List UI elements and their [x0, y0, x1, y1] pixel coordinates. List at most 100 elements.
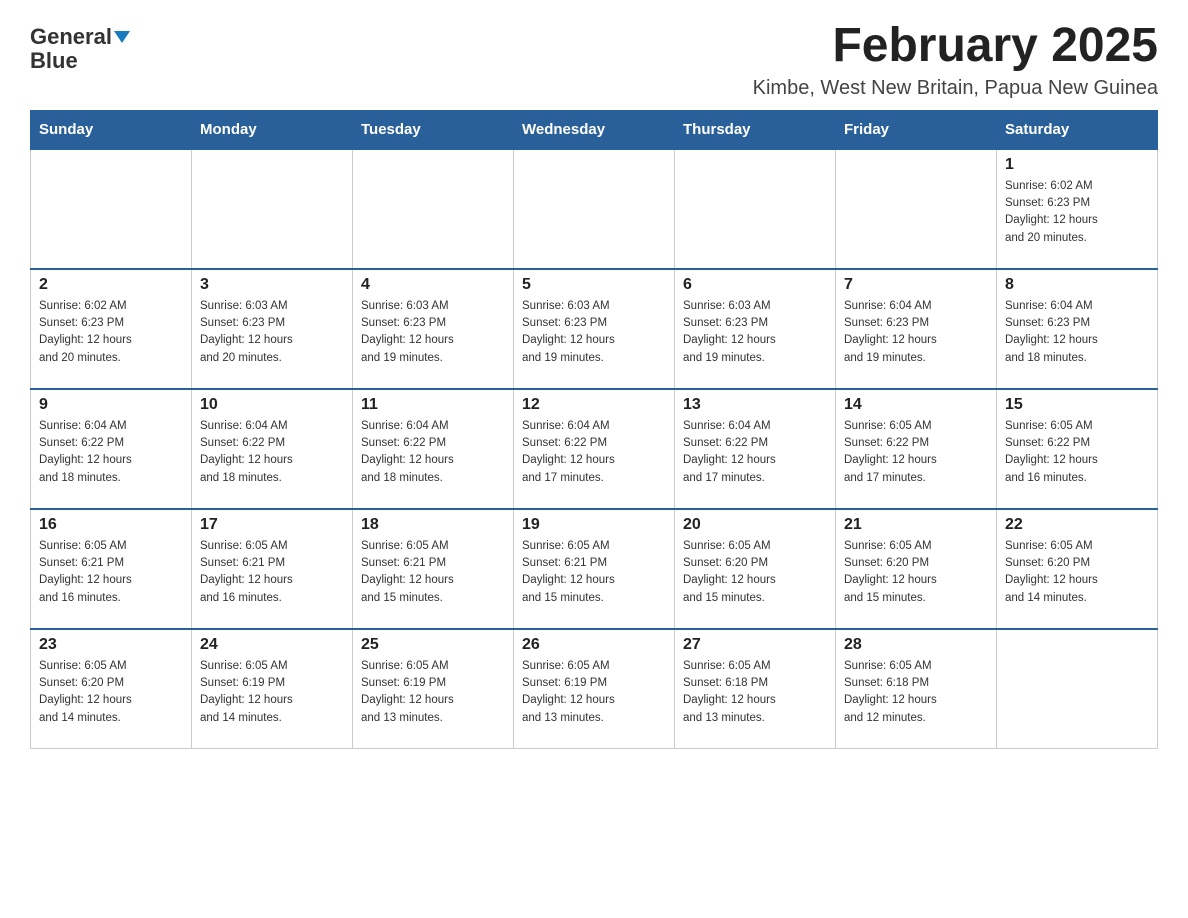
week-row-3: 9 Sunrise: 6:04 AM Sunset: 6:22 PM Daylig…	[31, 389, 1158, 509]
calendar-cell: 24 Sunrise: 6:05 AM Sunset: 6:19 PM Dayli…	[192, 629, 353, 749]
day-info: Sunrise: 6:05 AM Sunset: 6:21 PM Dayligh…	[39, 538, 183, 607]
day-info: Sunrise: 6:03 AM Sunset: 6:23 PM Dayligh…	[522, 298, 666, 367]
weekday-header-tuesday: Tuesday	[353, 110, 514, 149]
page-header: General Blue February 2025 Kimbe, West N…	[30, 20, 1158, 100]
day-number: 21	[844, 516, 988, 534]
calendar-cell: 6 Sunrise: 6:03 AM Sunset: 6:23 PM Daylig…	[675, 269, 836, 389]
day-info: Sunrise: 6:04 AM Sunset: 6:22 PM Dayligh…	[361, 418, 505, 487]
day-number: 6	[683, 276, 827, 294]
calendar-cell: 5 Sunrise: 6:03 AM Sunset: 6:23 PM Daylig…	[514, 269, 675, 389]
day-info: Sunrise: 6:04 AM Sunset: 6:23 PM Dayligh…	[844, 298, 988, 367]
day-number: 28	[844, 636, 988, 654]
day-number: 20	[683, 516, 827, 534]
location-title: Kimbe, West New Britain, Papua New Guine…	[753, 77, 1158, 100]
day-number: 2	[39, 276, 183, 294]
day-number: 19	[522, 516, 666, 534]
calendar-cell: 19 Sunrise: 6:05 AM Sunset: 6:21 PM Dayli…	[514, 509, 675, 629]
calendar-cell	[514, 149, 675, 269]
day-info: Sunrise: 6:02 AM Sunset: 6:23 PM Dayligh…	[39, 298, 183, 367]
week-row-4: 16 Sunrise: 6:05 AM Sunset: 6:21 PM Dayli…	[31, 509, 1158, 629]
day-info: Sunrise: 6:05 AM Sunset: 6:20 PM Dayligh…	[39, 658, 183, 727]
day-number: 26	[522, 636, 666, 654]
calendar-cell: 21 Sunrise: 6:05 AM Sunset: 6:20 PM Dayli…	[836, 509, 997, 629]
day-info: Sunrise: 6:05 AM Sunset: 6:21 PM Dayligh…	[522, 538, 666, 607]
day-info: Sunrise: 6:03 AM Sunset: 6:23 PM Dayligh…	[200, 298, 344, 367]
calendar-cell	[192, 149, 353, 269]
calendar-cell: 7 Sunrise: 6:04 AM Sunset: 6:23 PM Daylig…	[836, 269, 997, 389]
day-info: Sunrise: 6:05 AM Sunset: 6:18 PM Dayligh…	[844, 658, 988, 727]
day-number: 11	[361, 396, 505, 414]
calendar-cell: 1Sunrise: 6:02 AM Sunset: 6:23 PM Daylig…	[997, 149, 1158, 269]
day-info: Sunrise: 6:04 AM Sunset: 6:22 PM Dayligh…	[200, 418, 344, 487]
calendar-cell: 8Sunrise: 6:04 AM Sunset: 6:23 PM Daylig…	[997, 269, 1158, 389]
title-section: February 2025 Kimbe, West New Britain, P…	[753, 20, 1158, 100]
calendar-cell	[675, 149, 836, 269]
logo-blue: Blue	[30, 49, 78, 73]
day-number: 17	[200, 516, 344, 534]
day-number: 8	[1005, 276, 1149, 294]
day-number: 16	[39, 516, 183, 534]
weekday-header-sunday: Sunday	[31, 110, 192, 149]
day-number: 25	[361, 636, 505, 654]
day-info: Sunrise: 6:05 AM Sunset: 6:20 PM Dayligh…	[1005, 538, 1149, 607]
day-info: Sunrise: 6:04 AM Sunset: 6:22 PM Dayligh…	[39, 418, 183, 487]
week-row-2: 2 Sunrise: 6:02 AM Sunset: 6:23 PM Daylig…	[31, 269, 1158, 389]
day-info: Sunrise: 6:05 AM Sunset: 6:22 PM Dayligh…	[844, 418, 988, 487]
day-number: 4	[361, 276, 505, 294]
calendar-cell: 20 Sunrise: 6:05 AM Sunset: 6:20 PM Dayli…	[675, 509, 836, 629]
day-number: 22	[1005, 516, 1149, 534]
day-info: Sunrise: 6:05 AM Sunset: 6:18 PM Dayligh…	[683, 658, 827, 727]
day-number: 9	[39, 396, 183, 414]
calendar-cell	[353, 149, 514, 269]
day-info: Sunrise: 6:05 AM Sunset: 6:21 PM Dayligh…	[200, 538, 344, 607]
calendar-cell	[997, 629, 1158, 749]
weekday-header-saturday: Saturday	[997, 110, 1158, 149]
calendar-cell: 26 Sunrise: 6:05 AM Sunset: 6:19 PM Dayli…	[514, 629, 675, 749]
calendar-cell: 27Sunrise: 6:05 AM Sunset: 6:18 PM Dayli…	[675, 629, 836, 749]
day-number: 10	[200, 396, 344, 414]
day-number: 3	[200, 276, 344, 294]
calendar-cell: 14Sunrise: 6:05 AM Sunset: 6:22 PM Dayli…	[836, 389, 997, 509]
weekday-header-wednesday: Wednesday	[514, 110, 675, 149]
week-row-1: 1Sunrise: 6:02 AM Sunset: 6:23 PM Daylig…	[31, 149, 1158, 269]
logo: General Blue	[30, 20, 130, 73]
day-number: 18	[361, 516, 505, 534]
day-info: Sunrise: 6:05 AM Sunset: 6:19 PM Dayligh…	[361, 658, 505, 727]
day-number: 24	[200, 636, 344, 654]
calendar-cell: 17 Sunrise: 6:05 AM Sunset: 6:21 PM Dayli…	[192, 509, 353, 629]
day-number: 7	[844, 276, 988, 294]
weekday-header-friday: Friday	[836, 110, 997, 149]
calendar-cell: 9 Sunrise: 6:04 AM Sunset: 6:22 PM Daylig…	[31, 389, 192, 509]
day-info: Sunrise: 6:03 AM Sunset: 6:23 PM Dayligh…	[683, 298, 827, 367]
day-info: Sunrise: 6:04 AM Sunset: 6:22 PM Dayligh…	[522, 418, 666, 487]
week-row-5: 23 Sunrise: 6:05 AM Sunset: 6:20 PM Dayli…	[31, 629, 1158, 749]
day-number: 13	[683, 396, 827, 414]
day-info: Sunrise: 6:04 AM Sunset: 6:22 PM Dayligh…	[683, 418, 827, 487]
day-info: Sunrise: 6:05 AM Sunset: 6:22 PM Dayligh…	[1005, 418, 1149, 487]
day-number: 23	[39, 636, 183, 654]
day-info: Sunrise: 6:03 AM Sunset: 6:23 PM Dayligh…	[361, 298, 505, 367]
day-number: 5	[522, 276, 666, 294]
calendar-cell: 12Sunrise: 6:04 AM Sunset: 6:22 PM Dayli…	[514, 389, 675, 509]
calendar-cell: 23 Sunrise: 6:05 AM Sunset: 6:20 PM Dayli…	[31, 629, 192, 749]
calendar-cell: 28 Sunrise: 6:05 AM Sunset: 6:18 PM Dayli…	[836, 629, 997, 749]
day-info: Sunrise: 6:05 AM Sunset: 6:20 PM Dayligh…	[683, 538, 827, 607]
calendar-cell: 25 Sunrise: 6:05 AM Sunset: 6:19 PM Dayli…	[353, 629, 514, 749]
weekday-header-row: SundayMondayTuesdayWednesdayThursdayFrid…	[31, 110, 1158, 149]
logo-general: General	[30, 25, 112, 49]
calendar-cell: 13 Sunrise: 6:04 AM Sunset: 6:22 PM Dayli…	[675, 389, 836, 509]
day-info: Sunrise: 6:05 AM Sunset: 6:21 PM Dayligh…	[361, 538, 505, 607]
weekday-header-thursday: Thursday	[675, 110, 836, 149]
day-info: Sunrise: 6:05 AM Sunset: 6:19 PM Dayligh…	[200, 658, 344, 727]
calendar-cell: 3 Sunrise: 6:03 AM Sunset: 6:23 PM Daylig…	[192, 269, 353, 389]
calendar-cell: 15Sunrise: 6:05 AM Sunset: 6:22 PM Dayli…	[997, 389, 1158, 509]
day-number: 1	[1005, 156, 1149, 174]
calendar-cell: 22 Sunrise: 6:05 AM Sunset: 6:20 PM Dayli…	[997, 509, 1158, 629]
month-title: February 2025	[753, 20, 1158, 73]
day-info: Sunrise: 6:05 AM Sunset: 6:19 PM Dayligh…	[522, 658, 666, 727]
calendar-cell	[836, 149, 997, 269]
weekday-header-monday: Monday	[192, 110, 353, 149]
calendar-cell: 16 Sunrise: 6:05 AM Sunset: 6:21 PM Dayli…	[31, 509, 192, 629]
day-info: Sunrise: 6:05 AM Sunset: 6:20 PM Dayligh…	[844, 538, 988, 607]
logo-arrow-icon	[114, 31, 130, 43]
